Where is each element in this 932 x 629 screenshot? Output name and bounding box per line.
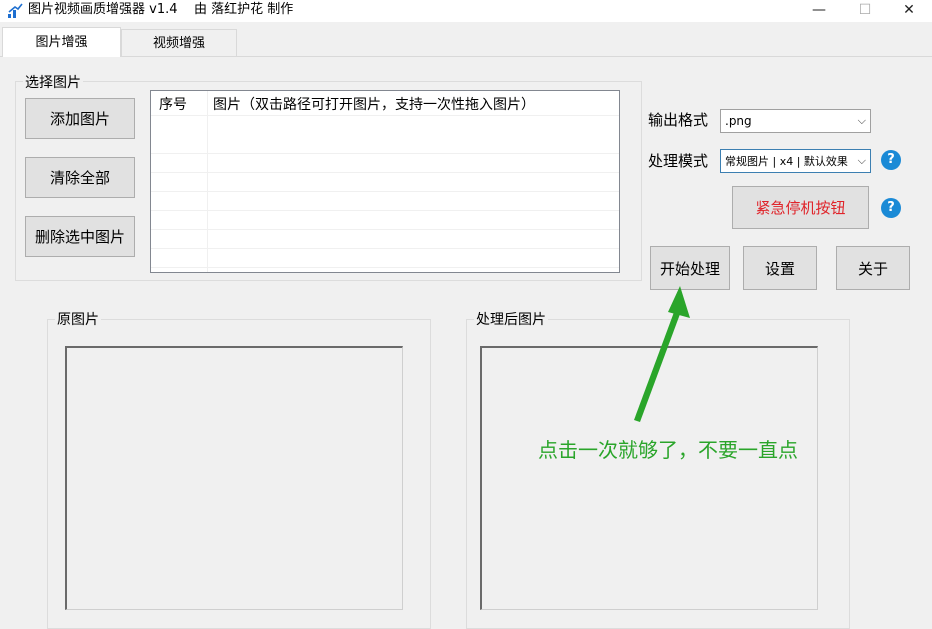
list-row bbox=[151, 172, 619, 192]
annotation-arrow-icon bbox=[634, 286, 690, 422]
list-row bbox=[151, 153, 619, 173]
process-mode-value: 常规图片 | x4 | 默认效果 bbox=[725, 155, 848, 168]
clear-all-button[interactable]: 清除全部 bbox=[25, 157, 135, 198]
list-row bbox=[151, 191, 619, 211]
stop-help-icon[interactable]: ? bbox=[881, 198, 901, 218]
annotation-text: 点击一次就够了，不要一直点 bbox=[538, 438, 798, 462]
tab-image-enhance[interactable]: 图片增强 bbox=[2, 27, 121, 57]
list-row bbox=[151, 248, 619, 268]
output-format-value: .png bbox=[725, 114, 752, 128]
column-header-image[interactable]: 图片（双击路径可打开图片，支持一次性拖入图片） bbox=[213, 94, 535, 114]
add-images-button[interactable]: 添加图片 bbox=[25, 98, 135, 139]
emergency-stop-button[interactable]: 紧急停机按钮 bbox=[732, 186, 869, 229]
title-bar: 图片视频画质增强器 v1.4 由 落红护花 制作 — ☐ ✕ bbox=[0, 0, 932, 22]
chevron-down-icon: ⌵ bbox=[855, 150, 866, 172]
original-image-box bbox=[65, 346, 403, 610]
processed-image-label: 处理后图片 bbox=[474, 309, 548, 329]
column-header-index[interactable]: 序号 bbox=[159, 94, 187, 114]
image-list[interactable]: 序号 图片（双击路径可打开图片，支持一次性拖入图片） bbox=[150, 90, 620, 273]
list-row bbox=[151, 229, 619, 249]
app-icon bbox=[8, 3, 23, 18]
maximize-icon[interactable]: ☐ bbox=[842, 0, 888, 22]
list-row bbox=[151, 210, 619, 230]
process-mode-label: 处理模式 bbox=[648, 152, 709, 170]
output-format-label: 输出格式 bbox=[648, 111, 709, 129]
original-image-label: 原图片 bbox=[55, 309, 101, 329]
close-icon[interactable]: ✕ bbox=[886, 0, 932, 22]
process-mode-select[interactable]: 常规图片 | x4 | 默认效果 ⌵ bbox=[720, 149, 871, 173]
chevron-down-icon: ⌵ bbox=[857, 114, 866, 127]
about-button[interactable]: 关于 bbox=[836, 246, 910, 290]
delete-selected-button[interactable]: 删除选中图片 bbox=[25, 216, 135, 257]
mode-help-icon[interactable]: ? bbox=[881, 150, 901, 170]
list-row bbox=[151, 134, 619, 154]
settings-button[interactable]: 设置 bbox=[743, 246, 817, 290]
minimize-icon[interactable]: — bbox=[796, 0, 842, 22]
output-format-select[interactable]: .png ⌵ bbox=[720, 109, 871, 133]
window-title: 图片视频画质增强器 v1.4 由 落红护花 制作 bbox=[28, 2, 294, 17]
tab-video-enhance[interactable]: 视频增强 bbox=[121, 29, 237, 57]
select-images-group-title: 选择图片 bbox=[23, 72, 83, 92]
